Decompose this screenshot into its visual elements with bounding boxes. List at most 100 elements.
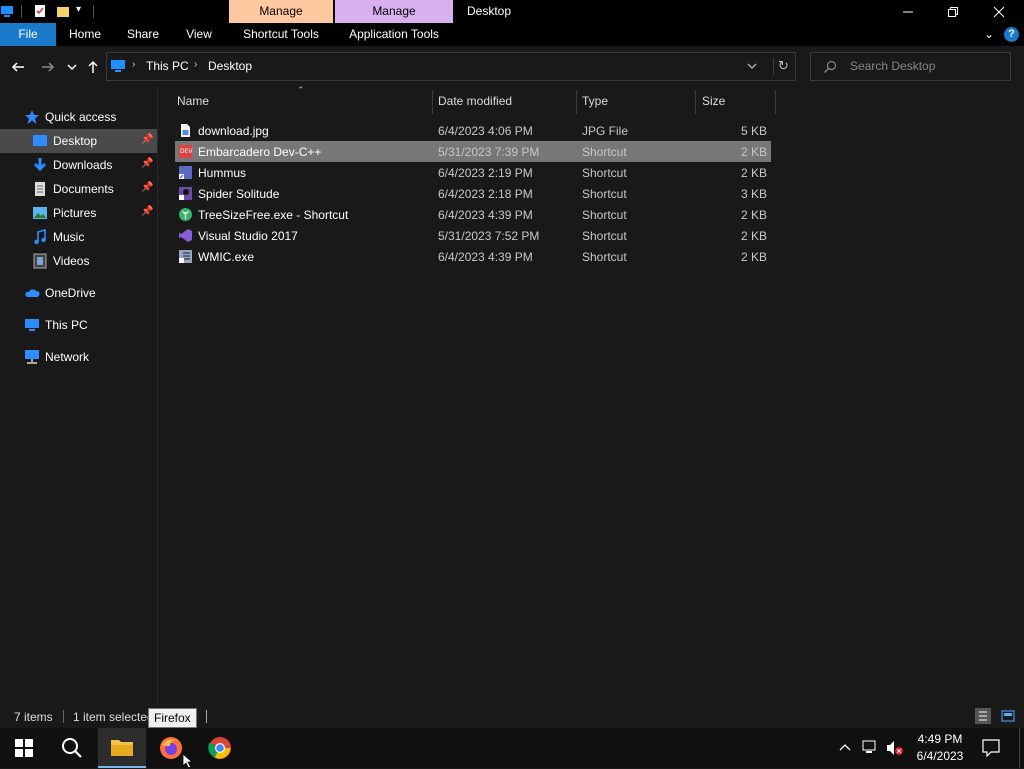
forward-arrow-icon (42, 62, 55, 72)
file-size: 3 KB (740, 187, 767, 201)
search-input[interactable]: Search Desktop (810, 52, 1011, 81)
file-row[interactable]: download.jpg 6/4/2023 4:06 PM JPG File 5… (175, 120, 771, 141)
nav-item-desktop[interactable]: Desktop 📌 (0, 129, 157, 153)
nav-item-music[interactable]: Music (0, 225, 157, 249)
computer-icon (25, 319, 39, 331)
file-row[interactable]: Hummus 6/4/2023 2:19 PM Shortcut 2 KB (175, 162, 771, 183)
nav-item-pictures[interactable]: Pictures 📌 (0, 201, 157, 225)
refresh-button[interactable]: ↻ (778, 58, 789, 74)
file-name: WMIC.exe (198, 250, 255, 264)
show-desktop-button[interactable] (1019, 728, 1020, 768)
file-explorer-icon (111, 740, 133, 756)
network-icon (25, 350, 39, 364)
details-view-icon (979, 711, 987, 721)
restore-button[interactable] (930, 0, 976, 23)
sort-ascending-icon: ⌃ (297, 85, 305, 95)
pane-splitter[interactable] (157, 87, 158, 704)
column-separator[interactable] (576, 90, 577, 114)
breadcrumb-separator: › (132, 59, 136, 70)
tab-view[interactable]: View (177, 23, 221, 46)
breadcrumb-this-pc[interactable]: This PC (146, 59, 189, 73)
file-row[interactable]: DEV Embarcadero Dev-C++ 5/31/2023 7:39 P… (175, 141, 771, 162)
file-name: download.jpg (198, 124, 269, 138)
tab-shortcut-tools[interactable]: Shortcut Tools (229, 23, 333, 46)
chevron-down-icon (747, 63, 757, 69)
customize-qat-icon[interactable]: ▾ (76, 4, 81, 15)
ctx-tab-manage-application[interactable]: Manage (335, 0, 453, 23)
column-header-name[interactable]: Name (177, 94, 209, 111)
column-header-size[interactable]: Size (702, 94, 725, 111)
clock-time: 4:49 PM (917, 732, 963, 746)
nav-item-quick-access[interactable]: Quick access (0, 105, 157, 129)
column-separator[interactable] (695, 90, 696, 114)
column-separator[interactable] (775, 90, 776, 114)
address-dropdown-button[interactable] (747, 60, 757, 74)
chrome-icon (208, 737, 231, 759)
tab-application-tools[interactable]: Application Tools (335, 23, 453, 46)
back-button[interactable] (7, 56, 29, 78)
details-view-button[interactable] (975, 708, 991, 724)
tab-home[interactable]: Home (61, 23, 109, 46)
action-center-button[interactable] (982, 739, 1000, 760)
nav-label: Videos (53, 254, 90, 268)
large-icons-view-button[interactable] (1000, 708, 1016, 724)
up-button[interactable] (82, 56, 104, 78)
file-size: 5 KB (740, 124, 767, 138)
minimize-button[interactable] (885, 0, 931, 23)
expand-ribbon-icon[interactable]: ⌄ (984, 27, 994, 41)
file-date: 6/4/2023 2:18 PM (438, 187, 533, 201)
file-date: 6/4/2023 4:39 PM (438, 208, 533, 222)
volume-tray-button[interactable] (886, 740, 904, 759)
taskbar-file-explorer[interactable] (98, 728, 146, 768)
column-header-type[interactable]: Type (582, 94, 608, 111)
file-name: Visual Studio 2017 (198, 229, 298, 243)
start-icon (15, 739, 33, 757)
taskbar-chrome[interactable] (196, 728, 244, 768)
file-date: 6/4/2023 4:39 PM (438, 250, 533, 264)
column-header-date[interactable]: Date modified (438, 94, 512, 111)
this-pc-icon (111, 60, 125, 72)
taskbar-search-button[interactable] (48, 728, 96, 768)
nav-item-onedrive[interactable]: OneDrive (0, 281, 157, 305)
start-button[interactable] (0, 728, 48, 768)
address-bar[interactable]: › This PC › Desktop ↻ (106, 52, 796, 81)
new-folder-icon[interactable] (56, 4, 70, 18)
file-date: 6/4/2023 2:19 PM (438, 166, 533, 180)
divider (773, 58, 774, 75)
ribbon-tabs: File Home Share View Shortcut Tools Appl… (0, 23, 1024, 46)
network-tray-button[interactable] (862, 740, 880, 759)
tab-file[interactable]: File (0, 23, 56, 46)
file-type: Shortcut (582, 166, 627, 180)
back-arrow-icon (11, 62, 24, 72)
chevron-up-icon (839, 744, 851, 751)
nav-item-this-pc[interactable]: This PC (0, 313, 157, 337)
nav-label: Network (45, 350, 90, 364)
nav-item-downloads[interactable]: Downloads 📌 (0, 153, 157, 177)
recent-locations-button[interactable] (61, 56, 83, 78)
computer-icon[interactable] (0, 4, 14, 18)
help-icon[interactable]: ? (1004, 27, 1019, 42)
file-date: 5/31/2023 7:39 PM (438, 145, 540, 159)
nav-item-network[interactable]: Network (0, 345, 157, 369)
column-separator[interactable] (432, 90, 433, 114)
tab-share[interactable]: Share (119, 23, 167, 46)
divider (93, 5, 94, 18)
file-row[interactable]: WMIC.exe 6/4/2023 4:39 PM Shortcut 2 KB (175, 246, 771, 267)
file-size: 2 KB (740, 145, 767, 159)
file-size: 2 KB (740, 229, 767, 243)
show-hidden-icons-button[interactable] (839, 740, 851, 755)
properties-icon[interactable] (33, 4, 47, 18)
selection-count: 1 item selected (73, 710, 154, 724)
file-row[interactable]: Visual Studio 2017 5/31/2023 7:52 PM Sho… (175, 225, 771, 246)
breadcrumb-desktop[interactable]: Desktop (208, 59, 252, 73)
file-row[interactable]: TreeSizeFree.exe - Shortcut 6/4/2023 4:3… (175, 204, 771, 225)
ctx-tab-manage-shortcut[interactable]: Manage (229, 0, 333, 23)
forward-button[interactable] (37, 56, 59, 78)
spider-solitaire-icon (179, 187, 192, 200)
clock[interactable]: 4:49 PM 6/4/2023 (914, 732, 966, 763)
nav-item-videos[interactable]: Videos (0, 249, 157, 273)
nav-label: Documents (53, 182, 114, 196)
close-button[interactable] (976, 0, 1022, 23)
file-row[interactable]: Spider Solitude 6/4/2023 2:18 PM Shortcu… (175, 183, 771, 204)
nav-item-documents[interactable]: Documents 📌 (0, 177, 157, 201)
